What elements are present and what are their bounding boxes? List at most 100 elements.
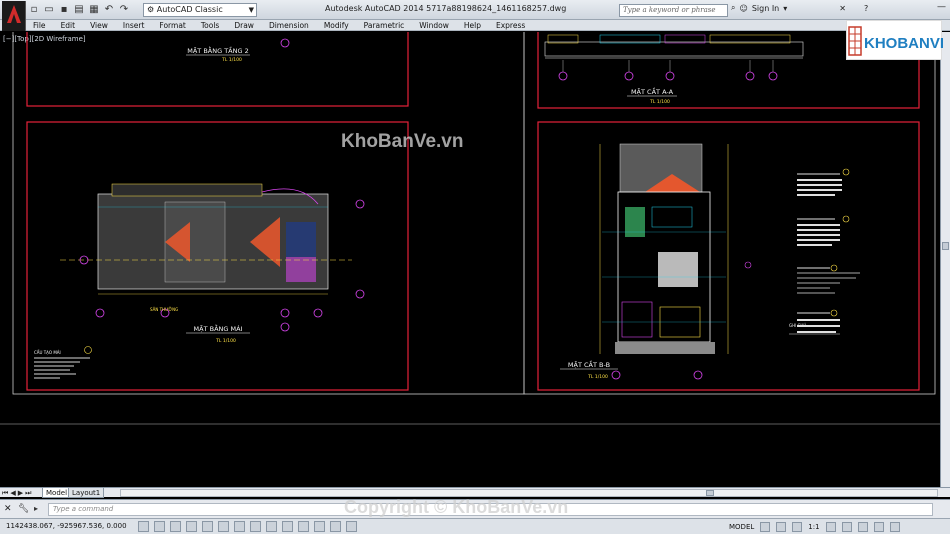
lock-icon[interactable] (857, 522, 868, 532)
lineweight-icon[interactable] (298, 521, 309, 532)
polar-tracking-icon[interactable] (202, 521, 213, 532)
workspace-gear-icon: ⚙ (147, 5, 157, 14)
scroll-thumb[interactable] (706, 490, 714, 496)
status-bar: 1142438.067, -925967.536, 0.000 MODEL 1:… (0, 518, 950, 534)
chevron-down-icon: ▼ (248, 6, 254, 14)
menu-view[interactable]: View (90, 20, 123, 31)
snap-mode-icon[interactable] (154, 521, 165, 532)
menu-modify[interactable]: Modify (324, 20, 364, 31)
save-icon[interactable]: ▪ (58, 4, 70, 16)
selection-cycling-icon[interactable] (346, 521, 357, 532)
sheet-br-scale: TL 1/100 (587, 374, 608, 380)
cad-drawing: MẶT BẰNG TẦNG 2 TL 1/100 MẶT CẮT A-A TL … (0, 32, 940, 425)
khobanve-logo: KHOBANVE (846, 20, 943, 60)
undo-icon[interactable]: ↶ (103, 4, 115, 16)
3d-object-snap-icon[interactable] (234, 521, 245, 532)
quick-properties-icon[interactable] (330, 521, 341, 532)
sheet-bl-title: MẶT BẰNG MÁI (194, 323, 243, 333)
infer-constraints-icon[interactable] (138, 521, 149, 532)
help-icon[interactable]: ? (864, 4, 868, 13)
close-icon[interactable]: ✕ (4, 504, 12, 514)
quick-access-toolbar: ▫ ▭ ▪ ▤ ▦ ↶ ↷ (28, 2, 130, 18)
sheet-tl-scale: TL 1/100 (221, 57, 242, 63)
new-icon[interactable]: ▫ (28, 4, 40, 16)
vertical-scrollbar[interactable] (940, 32, 950, 487)
sheet-frame-tl (26, 32, 409, 107)
watermark: KhoBanVe.vn (341, 131, 464, 152)
minimize-icon[interactable]: — (937, 2, 946, 12)
titlebar-tools: ⌕ ☺ Sign In ▾ ✕ ? (731, 3, 868, 13)
bl-note-title: CẤU TẠO MÁI (34, 350, 61, 355)
menu-insert[interactable]: Insert (123, 20, 160, 31)
wrench-icon[interactable]: 🔧︎ (18, 504, 29, 514)
menu-window[interactable]: Window (419, 20, 464, 31)
object-snap-icon[interactable] (218, 521, 229, 532)
isolate-objects-icon[interactable] (873, 522, 884, 532)
title-bar: ▫ ▭ ▪ ▤ ▦ ↶ ↷ ⚙ AutoCAD Classic ▼ Autode… (0, 0, 950, 31)
drawing-area[interactable]: [−][Top][2D Wireframe] MẶT BẰNG TẦNG 2 T… (0, 32, 940, 487)
sheet-bl-scale: TL 1/100 (215, 338, 236, 344)
ortho-mode-icon[interactable] (186, 521, 197, 532)
window-controls: — (937, 2, 946, 12)
sheet-frame-br (537, 121, 920, 391)
annotation-scale-icon[interactable] (792, 522, 803, 532)
print-icon[interactable]: ▦ (88, 4, 100, 16)
menu-draw[interactable]: Draw (234, 20, 269, 31)
window-title: Autodesk AutoCAD 2014 5717a88198624_1461… (325, 4, 567, 13)
quick-view-drawings-icon[interactable] (776, 522, 787, 532)
sheet-br-title: MẶT CẮT B-B (568, 359, 610, 369)
exchange-icon[interactable]: ✕ (839, 4, 846, 13)
grid-display-icon[interactable] (170, 521, 181, 532)
next-tab-icon[interactable]: ▶ (18, 488, 23, 498)
save-as-icon[interactable]: ▤ (73, 4, 85, 16)
menu-items: File Edit View Insert Format Tools Draw … (33, 20, 540, 31)
menu-parametric[interactable]: Parametric (364, 20, 420, 31)
autocad-window: ▫ ▭ ▪ ▤ ▦ ↶ ↷ ⚙ AutoCAD Classic ▼ Autode… (0, 0, 950, 534)
section-aa-sketch (544, 34, 804, 81)
grid-bubble (280, 38, 290, 48)
menu-format[interactable]: Format (159, 20, 200, 31)
clean-screen-icon[interactable] (889, 522, 900, 532)
annotation-scale-value[interactable]: 1:1 (808, 523, 819, 531)
quick-view-layouts-icon[interactable] (760, 522, 771, 532)
roof-plan-sketch (60, 183, 365, 332)
scroll-thumb[interactable] (942, 242, 949, 250)
chevron-down-icon[interactable]: ▾ (783, 4, 787, 13)
search-input[interactable]: Type a keyword or phrase (619, 4, 728, 17)
menu-help[interactable]: Help (464, 20, 496, 31)
last-tab-icon[interactable]: ⏭ (25, 488, 31, 498)
search-icon[interactable]: ⌕ (731, 3, 735, 13)
user-icon[interactable]: ☺ (739, 4, 747, 13)
menu-dimension[interactable]: Dimension (269, 20, 324, 31)
horizontal-scrollbar[interactable] (120, 489, 938, 497)
menu-tools[interactable]: Tools (201, 20, 234, 31)
redo-icon[interactable]: ↷ (118, 4, 130, 16)
autocad-application-icon[interactable] (2, 1, 26, 31)
object-snap-tracking-icon[interactable] (250, 521, 261, 532)
workspace-switching-icon[interactable] (841, 522, 852, 532)
first-tab-icon[interactable]: ⏮ (2, 488, 8, 498)
copyright-watermark: Copyright © KhoBanVe.vn (344, 497, 569, 517)
sheet-tr-title: MẶT CẮT A-A (631, 86, 674, 96)
layout-tabs-bar: ⏮ ◀ ▶ ⏭ Model Layout1 (0, 487, 950, 498)
open-icon[interactable]: ▭ (43, 4, 55, 16)
workspace-selector[interactable]: ⚙ AutoCAD Classic ▼ (143, 3, 257, 17)
transparency-icon[interactable] (314, 521, 325, 532)
dynamic-input-icon[interactable] (282, 521, 293, 532)
coordinate-readout: 1142438.067, -925967.536, 0.000 (6, 522, 127, 530)
command-prompt-icon[interactable]: ▸ (34, 504, 38, 513)
model-space-label[interactable]: MODEL (729, 523, 754, 531)
menu-file[interactable]: File (33, 20, 61, 31)
dynamic-ucs-icon[interactable] (266, 521, 277, 532)
tab-model[interactable]: Model (42, 488, 72, 498)
annotation-visibility-icon[interactable] (825, 522, 836, 532)
menu-express[interactable]: Express (496, 20, 540, 31)
tab-layout1[interactable]: Layout1 (68, 488, 105, 498)
prev-tab-icon[interactable]: ◀ (10, 488, 15, 498)
bl-notes-lines (34, 357, 90, 379)
menu-edit[interactable]: Edit (61, 20, 91, 31)
sign-in-link[interactable]: Sign In (752, 4, 779, 13)
workspace-label: AutoCAD Classic (156, 5, 223, 14)
bl-mini-label: SÂN THƯỠNG (150, 307, 178, 312)
logo-text: KHOBANVE (864, 35, 943, 52)
